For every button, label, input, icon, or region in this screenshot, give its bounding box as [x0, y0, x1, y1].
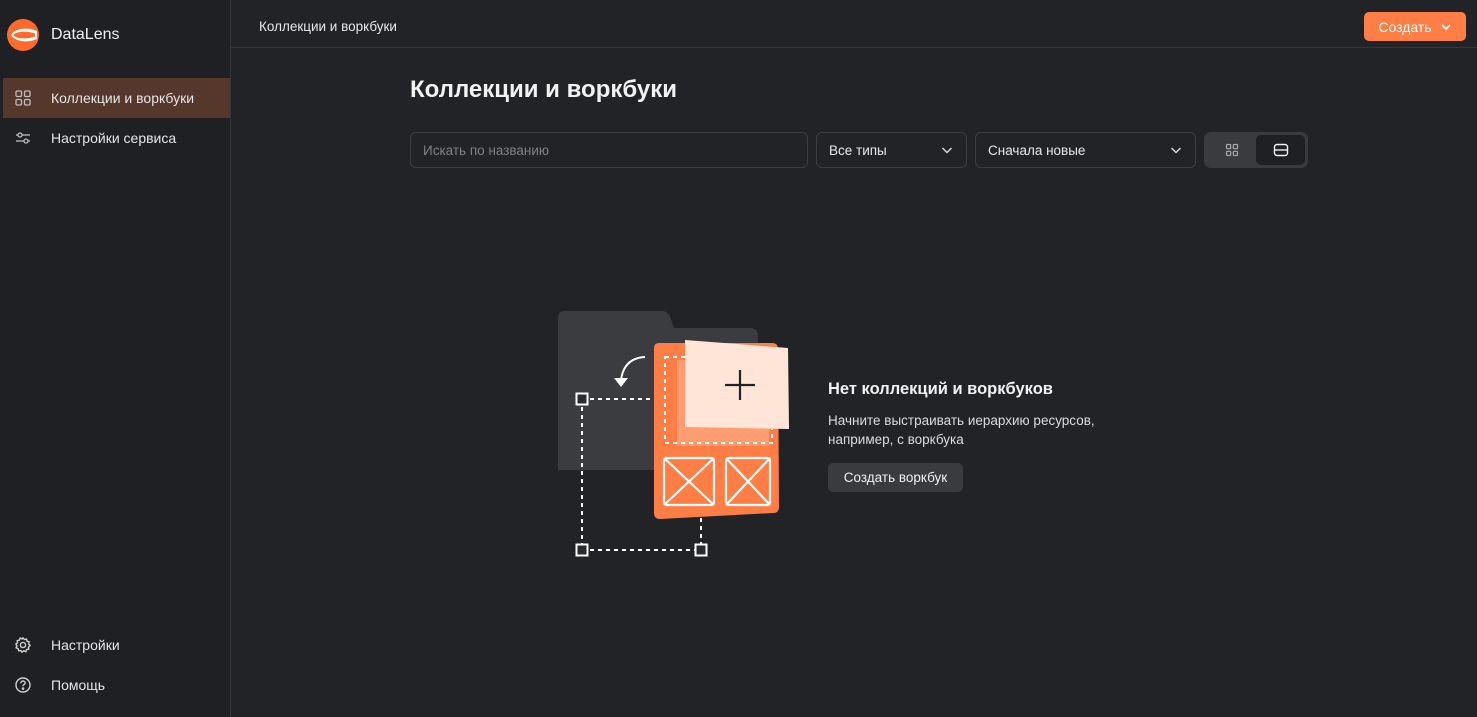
list-view-icon: [1273, 143, 1288, 157]
sort-value: Сначала новые: [988, 142, 1086, 158]
empty-state-description-line: например, с воркбука: [828, 432, 964, 447]
sidebar-item-label: Коллекции и воркбуки: [51, 90, 195, 106]
sidebar-item-label: Настройки: [51, 637, 120, 653]
create-button-label: Создать: [1378, 18, 1432, 35]
search-input[interactable]: [410, 132, 808, 168]
list-view-button[interactable]: [1256, 135, 1305, 165]
type-filter-select[interactable]: Все типы: [816, 132, 967, 168]
app: DataLens Коллекции и воркбуки Настройки …: [0, 0, 1477, 717]
grid-view-button[interactable]: [1207, 135, 1256, 165]
datalens-logo-icon: [7, 19, 39, 51]
sort-select[interactable]: Сначала новые: [975, 132, 1196, 168]
chevron-down-icon: [941, 147, 953, 154]
logo[interactable]: DataLens: [6, 18, 120, 52]
chevron-down-icon: [1441, 23, 1451, 30]
sidebar-item-settings[interactable]: Настройки: [3, 625, 230, 665]
empty-state-illustration: [558, 311, 789, 557]
grid-icon: [13, 88, 33, 108]
sidebar-item-collections[interactable]: Коллекции и воркбуки: [3, 78, 230, 118]
empty-state-title: Нет коллекций и воркбуков: [828, 380, 1053, 398]
sidebar: DataLens Коллекции и воркбуки Настройки …: [0, 0, 231, 717]
sidebar-item-service-settings[interactable]: Настройки сервиса: [3, 118, 230, 158]
app-name: DataLens: [51, 26, 120, 43]
create-button[interactable]: Создать: [1364, 12, 1466, 41]
empty-state-description-line: Начните выстраивать иерархию ресурсов,: [828, 413, 1095, 428]
sidebar-item-label: Помощь: [51, 677, 106, 693]
page-title: Коллекции и воркбуки: [410, 76, 677, 103]
sidebar-item-help[interactable]: Помощь: [3, 665, 230, 705]
sidebar-item-label: Настройки сервиса: [51, 130, 177, 146]
view-mode-toggle: [1204, 132, 1308, 168]
create-workbook-button[interactable]: Создать воркбук: [828, 463, 963, 492]
grid-icon: [1225, 143, 1238, 157]
breadcrumb[interactable]: Коллекции и воркбуки: [259, 19, 397, 34]
gear-icon: [13, 635, 33, 655]
header: Коллекции и воркбуки Создать: [231, 0, 1477, 48]
chevron-down-icon: [1170, 147, 1182, 154]
sliders-icon: [13, 128, 33, 148]
empty-state-description: Начните выстраивать иерархию ресурсов, н…: [828, 411, 1128, 449]
help-circle-icon: [13, 675, 33, 695]
type-filter-value: Все типы: [829, 142, 887, 158]
